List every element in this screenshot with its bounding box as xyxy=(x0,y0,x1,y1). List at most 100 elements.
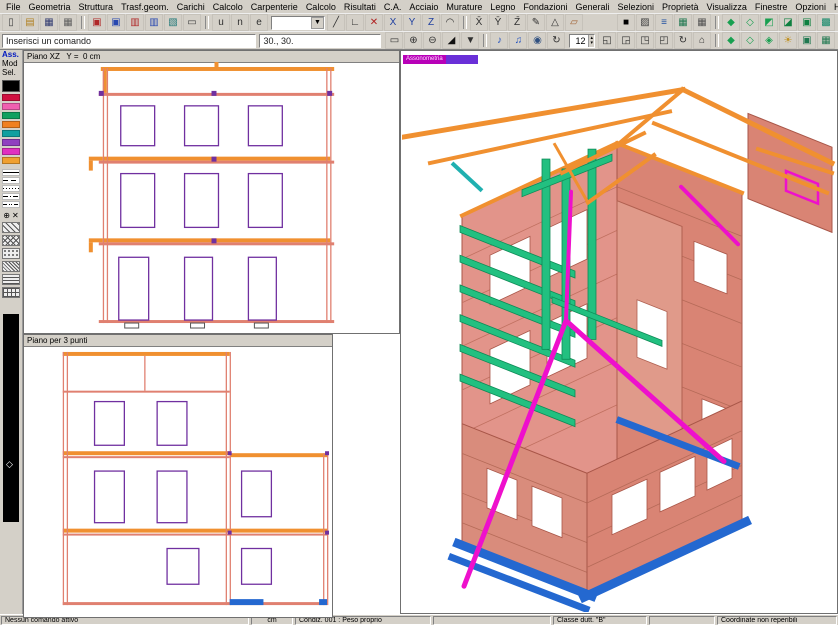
zoom-extents-icon[interactable]: ◢ xyxy=(442,32,460,49)
draw-line-icon[interactable]: ╱ xyxy=(327,14,345,31)
export-view-icon[interactable]: ▩ xyxy=(817,14,835,31)
zoom-out-icon[interactable]: ⊖ xyxy=(423,32,441,49)
hatch-swatch-icon[interactable]: ▨ xyxy=(636,14,654,31)
color-swatch-5[interactable] xyxy=(2,139,20,146)
printer-icon[interactable]: ▭ xyxy=(183,14,201,31)
linestyle-dash[interactable] xyxy=(2,177,20,184)
style-n-button[interactable]: n xyxy=(231,14,249,31)
render-solid-icon[interactable]: ◆ xyxy=(722,32,740,49)
lock-y-icon[interactable]: Ȳ xyxy=(489,14,507,31)
color-swatch-6[interactable] xyxy=(2,148,20,155)
coordinate-display[interactable] xyxy=(259,34,381,48)
sun-light-icon[interactable]: ☀ xyxy=(779,32,797,49)
hatch-swatch-diag[interactable] xyxy=(2,222,20,233)
linestyle-solid[interactable] xyxy=(2,169,20,176)
save-icon[interactable]: ▦ xyxy=(40,14,58,31)
plan-3pt-drawing[interactable] xyxy=(25,346,331,616)
scene-settings-icon[interactable]: ▦ xyxy=(817,32,835,49)
open-folder-icon[interactable]: ▤ xyxy=(21,14,39,31)
font-combo[interactable]: ▼ xyxy=(271,16,325,30)
color-swatch-2[interactable] xyxy=(2,112,20,119)
hatch-swatch-cross[interactable] xyxy=(2,235,20,246)
hatch-swatch-dots[interactable] xyxy=(2,248,20,259)
axis-y-icon[interactable]: Y xyxy=(403,14,421,31)
rotate-view-icon[interactable]: ↻ xyxy=(674,32,692,49)
grid-table-icon[interactable]: ▦ xyxy=(674,14,692,31)
plan-xz-drawing[interactable] xyxy=(25,62,398,332)
menu-item-calcolo[interactable]: Calcolo xyxy=(209,2,247,12)
axis-x-icon[interactable]: X xyxy=(384,14,402,31)
color-swatch-icon[interactable]: ■ xyxy=(617,14,635,31)
menu-item-help[interactable]: Help xyxy=(830,2,838,12)
copy-format-blue-icon[interactable]: ▣ xyxy=(107,14,125,31)
save-all-icon[interactable]: ▦ xyxy=(59,14,77,31)
menu-item-trasfgeom[interactable]: Trasf.geom. xyxy=(117,2,173,12)
style-e-button[interactable]: e xyxy=(250,14,268,31)
linestyle-dashdot[interactable] xyxy=(2,193,20,200)
mesh-table-icon[interactable]: ▦ xyxy=(693,14,711,31)
spinner-down-icon[interactable]: ▾ xyxy=(589,41,594,46)
shaded-cube-icon[interactable]: ◪ xyxy=(779,14,797,31)
axis-z-icon[interactable]: Z xyxy=(422,14,440,31)
side-symbol-0[interactable]: ⊕ xyxy=(3,211,10,220)
axonometric-drawing[interactable] xyxy=(402,52,836,612)
layer-strip[interactable]: ◇ xyxy=(3,314,19,522)
menu-item-visualizza[interactable]: Visualizza xyxy=(703,2,751,12)
combo-dropdown-icon[interactable]: ▼ xyxy=(311,17,324,29)
color-swatch-0[interactable] xyxy=(2,94,20,101)
table-red-icon[interactable]: ▥ xyxy=(126,14,144,31)
render-shaded-icon[interactable]: ◈ xyxy=(760,32,778,49)
lock-x-icon[interactable]: X̄ xyxy=(470,14,488,31)
copy-format-red-icon[interactable]: ▣ xyxy=(88,14,106,31)
command-input[interactable] xyxy=(2,34,256,48)
current-color-swatch[interactable] xyxy=(2,80,20,92)
perspective-icon[interactable]: ⌂ xyxy=(693,32,711,49)
menu-item-file[interactable]: File xyxy=(2,2,25,12)
speaker-icon[interactable]: ♫ xyxy=(509,32,527,49)
refresh-icon[interactable]: ↻ xyxy=(547,32,565,49)
new-file-icon[interactable]: ▯ xyxy=(2,14,20,31)
database-icon[interactable]: ▧ xyxy=(164,14,182,31)
view-front-icon[interactable]: ◲ xyxy=(617,32,635,49)
angle-icon[interactable]: △ xyxy=(546,14,564,31)
eraser-icon[interactable]: ▱ xyxy=(565,14,583,31)
mode-button-sel[interactable]: Sel. xyxy=(0,68,24,77)
menu-item-finestre[interactable]: Finestre xyxy=(751,2,792,12)
delete-cross-icon[interactable]: ✕ xyxy=(365,14,383,31)
hatch-swatch-horiz[interactable] xyxy=(2,274,20,285)
active-view-label[interactable]: Assonometria xyxy=(403,55,478,64)
menu-item-carpenterie[interactable]: Carpenterie xyxy=(247,2,302,12)
draw-arc-icon[interactable]: ◠ xyxy=(441,14,459,31)
eye-icon[interactable]: ◉ xyxy=(528,32,546,49)
menu-item-calcolo[interactable]: Calcolo xyxy=(302,2,340,12)
layers-icon[interactable]: ≡ xyxy=(655,14,673,31)
menu-item-selezioni[interactable]: Selezioni xyxy=(613,2,658,12)
camera-icon[interactable]: ▣ xyxy=(798,32,816,49)
wire-cube-icon[interactable]: ◇ xyxy=(741,14,759,31)
render-cube-icon[interactable]: ▣ xyxy=(798,14,816,31)
menu-item-murature[interactable]: Murature xyxy=(442,2,486,12)
audio-note-icon[interactable]: ♪ xyxy=(490,32,508,49)
hatch-swatch-dense[interactable] xyxy=(2,261,20,272)
color-swatch-1[interactable] xyxy=(2,103,20,110)
draw-polyline-icon[interactable]: ∟ xyxy=(346,14,364,31)
menu-item-fondazioni[interactable]: Fondazioni xyxy=(519,2,571,12)
half-cube-icon[interactable]: ◩ xyxy=(760,14,778,31)
render-wire-icon[interactable]: ◇ xyxy=(741,32,759,49)
menu-item-propriet[interactable]: Proprietà xyxy=(658,2,703,12)
hatch-swatch-grid[interactable] xyxy=(2,287,20,298)
view-axon-icon[interactable]: ◰ xyxy=(655,32,673,49)
zoom-window-icon[interactable]: ▭ xyxy=(385,32,403,49)
side-symbol-1[interactable]: ✕ xyxy=(12,211,19,220)
zoom-in-icon[interactable]: ⊕ xyxy=(404,32,422,49)
linestyle-dot[interactable] xyxy=(2,185,20,192)
text-size-spinner[interactable]: 12 ▴ ▾ xyxy=(569,34,595,48)
color-swatch-4[interactable] xyxy=(2,130,20,137)
color-swatch-3[interactable] xyxy=(2,121,20,128)
mode-button-ass[interactable]: Ass. xyxy=(0,50,24,59)
menu-item-ca[interactable]: C.A. xyxy=(380,2,406,12)
menu-item-opzioni[interactable]: Opzioni xyxy=(791,2,830,12)
pencil-icon[interactable]: ✎ xyxy=(527,14,545,31)
mode-button-mod[interactable]: Mod xyxy=(0,59,24,68)
style-u-button[interactable]: u xyxy=(212,14,230,31)
